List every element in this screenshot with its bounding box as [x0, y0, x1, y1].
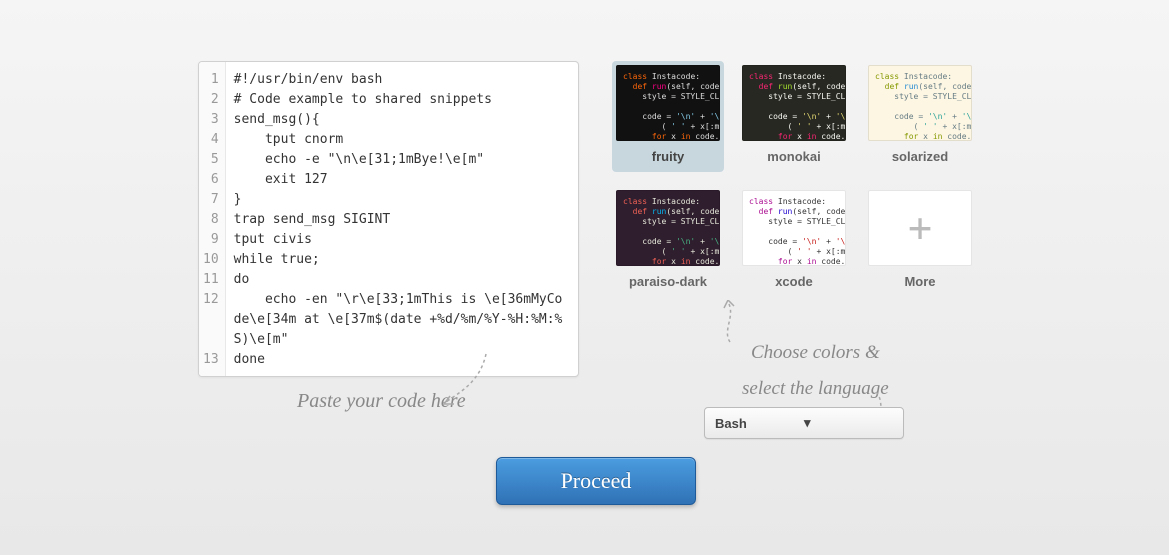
theme-thumb: class Instacode: def run(self, code, la …	[742, 190, 846, 266]
code-editor[interactable]: 123456789101112 13 #!/usr/bin/env bash# …	[198, 61, 579, 377]
theme-label: paraiso-dark	[616, 274, 720, 289]
hint-colors-line2: select the language	[742, 371, 889, 407]
theme-thumb: class Instacode: def run(self, code, la …	[868, 65, 972, 141]
theme-option-solarized[interactable]: class Instacode: def run(self, code, la …	[864, 61, 976, 172]
chevron-down-icon: ▾	[804, 415, 893, 431]
plus-icon: +	[868, 190, 972, 266]
language-value: Bash	[715, 416, 804, 431]
hint-choose-colors: Choose colors & select the language	[742, 335, 889, 407]
code-content[interactable]: #!/usr/bin/env bash# Code example to sha…	[226, 62, 578, 376]
theme-thumb: class Instacode: def run(self, code, la …	[742, 65, 846, 141]
theme-thumb: class Instacode: def run(self, code, la …	[616, 190, 720, 266]
line-gutter: 123456789101112 13	[199, 62, 226, 376]
theme-label: More	[868, 274, 972, 289]
theme-option-xcode[interactable]: class Instacode: def run(self, code, la …	[738, 186, 850, 297]
hint-colors-line1: Choose colors &	[742, 335, 889, 371]
theme-option-monokai[interactable]: class Instacode: def run(self, code, la …	[738, 61, 850, 172]
theme-option-paraiso-dark[interactable]: class Instacode: def run(self, code, la …	[612, 186, 724, 297]
arrow-to-editor-icon	[440, 352, 488, 412]
theme-label: monokai	[742, 149, 846, 164]
theme-option-fruity[interactable]: class Instacode: def run(self, code, la …	[612, 61, 724, 172]
theme-grid: class Instacode: def run(self, code, la …	[612, 61, 982, 297]
theme-option-more[interactable]: + More	[864, 186, 976, 297]
theme-label: xcode	[742, 274, 846, 289]
theme-label: solarized	[868, 149, 972, 164]
language-select[interactable]: Bash ▾	[704, 407, 904, 439]
theme-label: fruity	[616, 149, 720, 164]
proceed-button[interactable]: Proceed	[496, 457, 696, 505]
theme-thumb: class Instacode: def run(self, code, la …	[616, 65, 720, 141]
arrow-to-themes-icon	[718, 300, 742, 344]
